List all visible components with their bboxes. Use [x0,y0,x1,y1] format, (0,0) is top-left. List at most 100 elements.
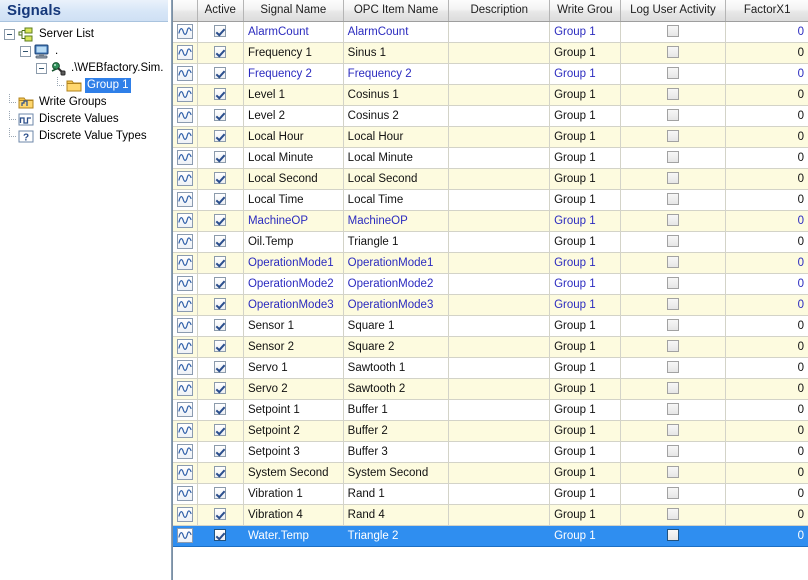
row-description[interactable] [449,42,550,63]
row-log-user-activity-cell[interactable] [620,252,726,273]
active-checkbox[interactable] [214,382,226,394]
row-active-cell[interactable] [197,252,243,273]
row-signal-name[interactable]: Level 1 [243,84,343,105]
table-row[interactable]: Local SecondLocal SecondGroup 10 [173,168,808,189]
row-factor-x1[interactable]: 0 [726,168,808,189]
row-write-group[interactable]: Group 1 [550,378,620,399]
row-active-cell[interactable] [197,525,243,546]
row-signal-name[interactable]: AlarmCount [243,21,343,42]
row-signal-name[interactable]: Water.Temp [243,525,343,546]
row-factor-x1[interactable]: 0 [726,336,808,357]
row-description[interactable] [449,420,550,441]
row-signal-name[interactable]: OperationMode1 [243,252,343,273]
log-user-activity-checkbox[interactable] [667,67,679,79]
row-signal-name[interactable]: Local Minute [243,147,343,168]
active-checkbox[interactable] [214,46,226,58]
row-description[interactable] [449,189,550,210]
table-row[interactable]: Local HourLocal HourGroup 10 [173,126,808,147]
row-description[interactable] [449,168,550,189]
row-opc-item-name[interactable]: OperationMode3 [343,294,449,315]
active-checkbox[interactable] [214,88,226,100]
row-active-cell[interactable] [197,483,243,504]
row-factor-x1[interactable]: 0 [726,378,808,399]
active-checkbox[interactable] [214,193,226,205]
row-description[interactable] [449,294,550,315]
log-user-activity-checkbox[interactable] [667,193,679,205]
table-row[interactable]: Servo 1Sawtooth 1Group 10 [173,357,808,378]
row-log-user-activity-cell[interactable] [620,336,726,357]
row-factor-x1[interactable]: 0 [726,315,808,336]
row-opc-item-name[interactable]: Triangle 1 [343,231,449,252]
active-checkbox[interactable] [214,109,226,121]
tree-expander-minus-icon[interactable] [20,46,31,57]
tree-item-write-groups[interactable]: Write Groups [0,94,168,111]
row-active-cell[interactable] [197,315,243,336]
row-write-group[interactable]: Group 1 [550,399,620,420]
row-log-user-activity-cell[interactable] [620,504,726,525]
row-factor-x1[interactable]: 0 [726,294,808,315]
row-opc-item-name[interactable]: Buffer 1 [343,399,449,420]
column-header-factor[interactable]: FactorX1 [726,0,808,21]
active-checkbox[interactable] [214,319,226,331]
row-factor-x1[interactable]: 0 [726,441,808,462]
log-user-activity-checkbox[interactable] [667,424,679,436]
row-description[interactable] [449,63,550,84]
row-write-group[interactable]: Group 1 [550,231,620,252]
log-user-activity-checkbox[interactable] [667,445,679,457]
row-active-cell[interactable] [197,210,243,231]
row-description[interactable] [449,210,550,231]
column-header-wgroup[interactable]: Write Grou [550,0,620,21]
active-checkbox[interactable] [214,340,226,352]
active-checkbox[interactable] [214,172,226,184]
row-active-cell[interactable] [197,231,243,252]
row-log-user-activity-cell[interactable] [620,63,726,84]
row-active-cell[interactable] [197,63,243,84]
row-log-user-activity-cell[interactable] [620,84,726,105]
active-checkbox[interactable] [214,25,226,37]
row-active-cell[interactable] [197,378,243,399]
row-description[interactable] [449,21,550,42]
log-user-activity-checkbox[interactable] [667,256,679,268]
table-row[interactable]: Setpoint 1Buffer 1Group 10 [173,399,808,420]
log-user-activity-checkbox[interactable] [667,88,679,100]
active-checkbox[interactable] [214,256,226,268]
row-log-user-activity-cell[interactable] [620,42,726,63]
log-user-activity-checkbox[interactable] [667,172,679,184]
row-write-group[interactable]: Group 1 [550,126,620,147]
row-factor-x1[interactable]: 0 [726,357,808,378]
row-description[interactable] [449,357,550,378]
log-user-activity-checkbox[interactable] [667,382,679,394]
row-active-cell[interactable] [197,420,243,441]
row-write-group[interactable]: Group 1 [550,105,620,126]
table-row[interactable]: Sensor 2Square 2Group 10 [173,336,808,357]
row-opc-item-name[interactable]: Local Hour [343,126,449,147]
row-write-group[interactable]: Group 1 [550,210,620,231]
row-log-user-activity-cell[interactable] [620,294,726,315]
row-description[interactable] [449,252,550,273]
row-signal-name[interactable]: OperationMode3 [243,294,343,315]
row-log-user-activity-cell[interactable] [620,147,726,168]
row-write-group[interactable]: Group 1 [550,21,620,42]
table-row[interactable]: Vibration 4Rand 4Group 10 [173,504,808,525]
row-log-user-activity-cell[interactable] [620,462,726,483]
active-checkbox[interactable] [214,403,226,415]
row-signal-name[interactable]: Setpoint 2 [243,420,343,441]
row-active-cell[interactable] [197,357,243,378]
row-active-cell[interactable] [197,42,243,63]
log-user-activity-checkbox[interactable] [667,487,679,499]
row-factor-x1[interactable]: 0 [726,105,808,126]
row-active-cell[interactable] [197,399,243,420]
row-log-user-activity-cell[interactable] [620,315,726,336]
row-signal-name[interactable]: MachineOP [243,210,343,231]
signals-tree[interactable]: Server List..\WEBfactory.Sim.Group 1Writ… [0,22,168,145]
active-checkbox[interactable] [214,529,226,541]
active-checkbox[interactable] [214,130,226,142]
log-user-activity-checkbox[interactable] [667,361,679,373]
row-active-cell[interactable] [197,504,243,525]
tree-item-server-list[interactable]: Server List [0,26,168,43]
table-row[interactable]: Servo 2Sawtooth 2Group 10 [173,378,808,399]
table-row[interactable]: AlarmCountAlarmCountGroup 10 [173,21,808,42]
tree-item-discrete-value-types[interactable]: ?Discrete Value Types [0,128,168,145]
table-row[interactable]: Setpoint 2Buffer 2Group 10 [173,420,808,441]
row-description[interactable] [449,504,550,525]
